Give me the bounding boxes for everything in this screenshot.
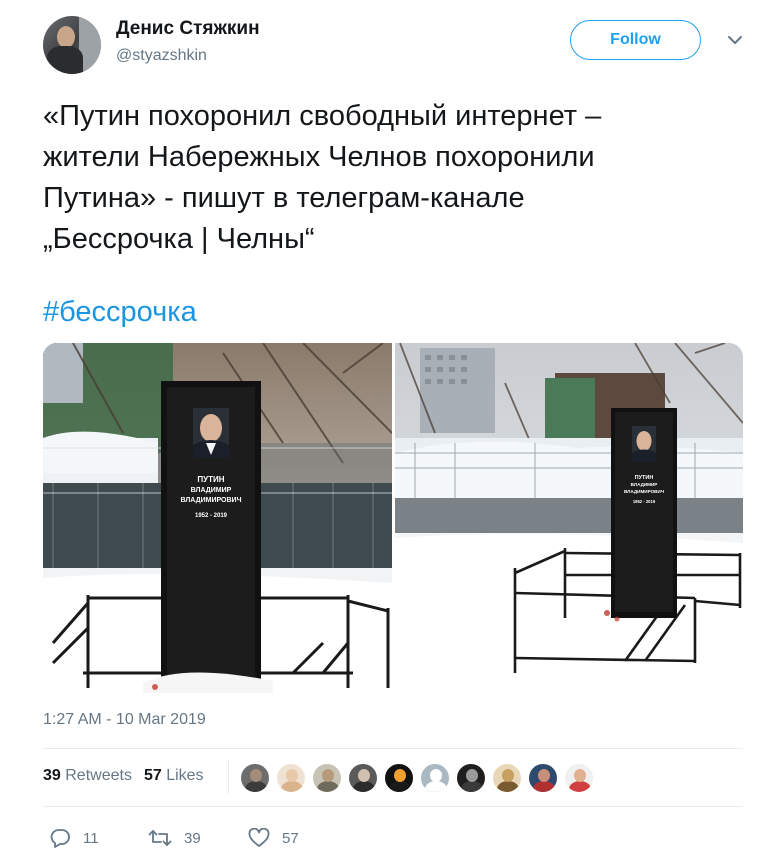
likes-stat[interactable]: 57 Likes	[144, 767, 204, 785]
liker-avatar[interactable]	[564, 763, 594, 793]
retweets-stat[interactable]: 39 Retweets	[43, 767, 132, 785]
tweet-photo-1[interactable]: ПУТИН ВЛАДИМИР ВЛАДИМИРОВИЧ 1952 - 2019	[43, 343, 392, 693]
liker-avatar[interactable]	[384, 763, 414, 793]
author-name[interactable]: Денис Стяжкин	[116, 18, 260, 40]
tweet-text-line: жители Набережных Челнов похоронили	[43, 141, 595, 173]
follow-button[interactable]: Follow	[570, 20, 701, 60]
epitaph-firstname: ВЛАДИМИР	[191, 487, 232, 494]
reply-button[interactable]: 11	[49, 828, 99, 848]
retweet-icon	[148, 830, 172, 846]
liker-avatars	[240, 763, 600, 793]
likes-count: 57	[143, 767, 162, 784]
retweets-label: Retweets	[65, 767, 132, 784]
epitaph-years: 1952 - 2019	[195, 513, 228, 519]
tweet-timestamp[interactable]: 1:27 AM - 10 Mar 2019	[43, 711, 206, 729]
divider	[43, 748, 743, 749]
tweet-text: «Путин похоронил свободный интернет – жи…	[43, 96, 743, 260]
liker-avatar[interactable]	[348, 763, 378, 793]
liker-avatar[interactable]	[492, 763, 522, 793]
divider	[43, 806, 743, 807]
reply-count: 11	[83, 829, 99, 847]
tweet-text-line: «Путин похоронил свободный интернет –	[43, 100, 602, 132]
liker-avatar[interactable]	[240, 763, 270, 793]
hashtag-link[interactable]: #бессрочка	[43, 292, 197, 333]
liker-avatar[interactable]	[312, 763, 342, 793]
liker-avatar[interactable]	[276, 763, 306, 793]
epitaph-years: 1952 - 2019	[633, 499, 656, 504]
retweet-count: 39	[184, 829, 201, 847]
tweet-header: Денис Стяжкин @styazshkin Follow	[43, 16, 748, 76]
epitaph-surname: ПУТИН	[635, 475, 654, 481]
liker-avatar[interactable]	[420, 763, 450, 793]
epitaph-patronymic: ВЛАДИМИРОВИЧ	[180, 497, 241, 504]
epitaph-surname: ПУТИН	[197, 475, 224, 484]
tweet-media: ПУТИН ВЛАДИМИР ВЛАДИМИРОВИЧ 1952 - 2019	[43, 343, 743, 693]
likes-label: Likes	[166, 767, 204, 784]
heart-icon	[248, 828, 270, 847]
like-count: 57	[282, 829, 299, 847]
epitaph-patronymic: ВЛАДИМИРОВИЧ	[624, 489, 664, 494]
like-button[interactable]: 57	[248, 828, 299, 848]
author-handle[interactable]: @styazshkin	[116, 47, 207, 65]
retweet-button[interactable]: 39	[148, 828, 201, 848]
liker-avatar[interactable]	[528, 763, 558, 793]
reply-icon	[50, 829, 70, 848]
retweets-count: 39	[43, 767, 61, 784]
stats-separator	[228, 760, 229, 794]
tweet-photo-2[interactable]: ПУТИН ВЛАДИМИР ВЛАДИМИРОВИЧ 1952 - 2019	[395, 343, 743, 693]
engagement-stats: 39 Retweets 57 Likes	[43, 767, 204, 785]
author-avatar[interactable]	[43, 16, 101, 74]
tweet-text-line: „Бессрочка | Челны“	[43, 223, 315, 255]
liker-avatar[interactable]	[456, 763, 486, 793]
epitaph-firstname: ВЛАДИМИР	[631, 482, 658, 487]
chevron-down-icon[interactable]	[725, 30, 745, 50]
tweet-text-line: Путина» - пишут в телеграм-канале	[43, 182, 525, 214]
